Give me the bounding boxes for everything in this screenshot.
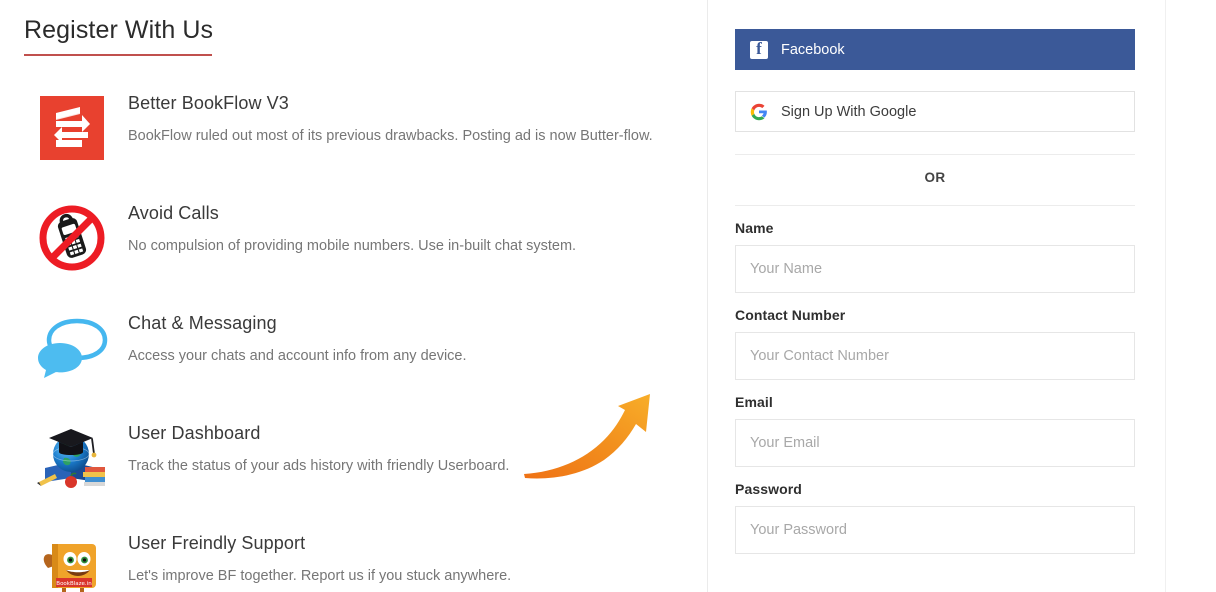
page-title: Register With Us xyxy=(24,16,214,44)
feature-row: BookBlaze.in User Freindly Support Let's… xyxy=(0,528,707,592)
email-label: Email xyxy=(735,394,773,410)
facebook-button-label: Facebook xyxy=(781,41,845,58)
title-underline xyxy=(24,54,212,56)
registration-form: Facebook Sign Up With Google OR xyxy=(735,29,1135,554)
facebook-signup-button[interactable]: Facebook xyxy=(735,29,1135,70)
feature-description: Track the status of your ads history wit… xyxy=(128,458,510,474)
feature-title: User Freindly Support xyxy=(128,533,306,553)
feature-text: User Freindly Support Let's improve BF t… xyxy=(122,528,707,586)
feature-text: Avoid Calls No compulsion of providing m… xyxy=(122,198,707,256)
or-divider-line-bottom xyxy=(735,205,1135,206)
google-icon xyxy=(750,103,768,121)
field-password: Password xyxy=(735,481,1135,554)
feature-title: Avoid Calls xyxy=(128,203,219,223)
google-signup-button[interactable]: Sign Up With Google xyxy=(735,91,1135,132)
feature-row: Avoid Calls No compulsion of providing m… xyxy=(0,198,707,308)
name-input[interactable] xyxy=(735,245,1135,293)
feature-list: Better BookFlow V3 BookFlow ruled out mo… xyxy=(0,88,707,592)
feature-row: User Dashboard Track the status of your … xyxy=(0,418,707,528)
bookflow-logo-icon xyxy=(22,88,122,168)
field-name: Name xyxy=(735,220,1135,293)
password-input[interactable] xyxy=(735,506,1135,554)
google-button-label: Sign Up With Google xyxy=(781,103,917,120)
contact-number-input[interactable] xyxy=(735,332,1135,380)
signup-column: Facebook Sign Up With Google OR xyxy=(707,0,1216,592)
feature-description: Let's improve BF together. Report us if … xyxy=(128,568,512,584)
no-phone-icon xyxy=(22,198,122,278)
or-divider-line-top xyxy=(735,154,1135,155)
feature-title: User Dashboard xyxy=(128,423,261,443)
feature-title: Chat & Messaging xyxy=(128,313,277,333)
email-input[interactable] xyxy=(735,419,1135,467)
feature-description: Access your chats and account info from … xyxy=(128,348,467,364)
or-label: OR xyxy=(924,170,946,185)
feature-text: Chat & Messaging Access your chats and a… xyxy=(122,308,707,366)
feature-row: Better BookFlow V3 BookFlow ruled out mo… xyxy=(0,88,707,198)
contact-number-label: Contact Number xyxy=(735,307,846,323)
graduation-globe-icon xyxy=(22,418,122,498)
feature-text: User Dashboard Track the status of your … xyxy=(122,418,707,476)
feature-description: BookFlow ruled out most of its previous … xyxy=(128,128,653,144)
feature-text: Better BookFlow V3 BookFlow ruled out mo… xyxy=(122,88,707,146)
field-contact-number: Contact Number xyxy=(735,307,1135,380)
or-divider: OR xyxy=(735,154,1135,206)
facebook-icon xyxy=(750,39,768,59)
password-label: Password xyxy=(735,481,802,497)
features-column: Register With Us Better BookFlow V3 Book… xyxy=(0,0,707,592)
chat-bubbles-icon xyxy=(22,308,122,388)
register-page: Register With Us Better BookFlow V3 Book… xyxy=(0,0,1216,592)
book-mascot-icon: BookBlaze.in xyxy=(22,528,122,592)
feature-description: No compulsion of providing mobile number… xyxy=(128,238,577,254)
feature-row: Chat & Messaging Access your chats and a… xyxy=(0,308,707,418)
svg-text:BookBlaze.in: BookBlaze.in xyxy=(56,581,92,587)
name-label: Name xyxy=(735,220,774,236)
field-email: Email xyxy=(735,394,1135,467)
feature-title: Better BookFlow V3 xyxy=(128,93,289,113)
